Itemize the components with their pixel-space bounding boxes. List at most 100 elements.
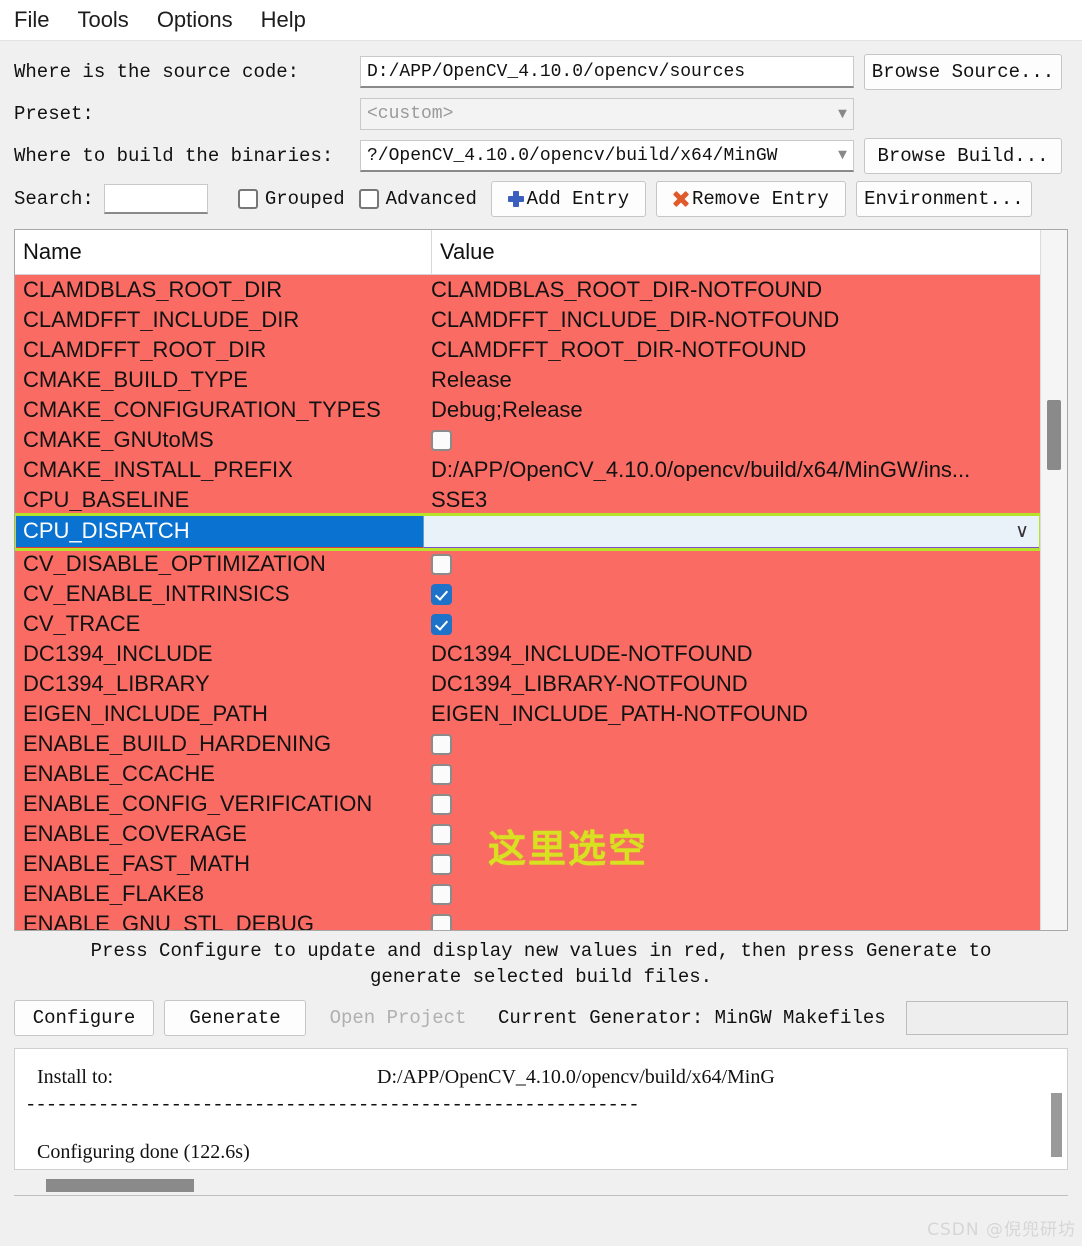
path-form: Where is the source code: D:/APP/OpenCV_… — [0, 41, 1082, 221]
remove-entry-label: Remove Entry — [691, 188, 829, 210]
annotation-text: 这里选空 — [488, 827, 649, 871]
table-row[interactable]: ENABLE_CONFIG_VERIFICATION — [15, 789, 1040, 819]
cell-value: EIGEN_INCLUDE_PATH-NOTFOUND — [431, 703, 808, 725]
table-row[interactable]: DC1394_INCLUDE DC1394_INCLUDE-NOTFOUND — [15, 639, 1040, 669]
bottom-horizontal-scrollbar[interactable] — [14, 1178, 1068, 1197]
table-row[interactable]: ENABLE_BUILD_HARDENING — [15, 729, 1040, 759]
log-line-blank — [37, 1120, 1035, 1138]
cell-value[interactable] — [423, 733, 1040, 755]
checkbox-unchecked[interactable] — [431, 883, 452, 905]
preset-combobox[interactable]: <custom> ▼ — [360, 98, 854, 130]
advanced-checkbox[interactable] — [358, 189, 379, 209]
checkbox-unchecked[interactable] — [431, 823, 452, 845]
table-row[interactable]: CPU_BASELINE SSE3 — [15, 485, 1040, 515]
cell-value[interactable]: ∨ — [423, 515, 1040, 549]
cell-value: Debug;Release — [431, 399, 583, 421]
table-row[interactable]: ENABLE_CCACHE — [15, 759, 1040, 789]
output-log-content[interactable]: Install to: D:/APP/OpenCV_4.10.0/opencv/b… — [15, 1049, 1045, 1169]
menu-item-tools[interactable]: Tools — [77, 9, 128, 31]
cell-value[interactable] — [423, 913, 1040, 930]
table-row[interactable]: ENABLE_FLAKE8 — [15, 879, 1040, 909]
table-row[interactable]: CV_DISABLE_OPTIMIZATION — [15, 549, 1040, 579]
current-generator-label: Current Generator: MinGW Makefiles — [498, 1007, 886, 1030]
cell-value[interactable] — [423, 793, 1040, 815]
table-row[interactable]: CV_ENABLE_INTRINSICS — [15, 579, 1040, 609]
table-row[interactable]: CMAKE_CONFIGURATION_TYPES Debug;Release — [15, 395, 1040, 425]
checkbox-unchecked[interactable] — [431, 853, 452, 875]
table-row[interactable]: EIGEN_INCLUDE_PATH EIGEN_INCLUDE_PATH-NOT… — [15, 699, 1040, 729]
build-label: Where to build the binaries: — [14, 145, 334, 167]
table-row[interactable]: ENABLE_GNU_STL_DEBUG — [15, 909, 1040, 930]
build-row: Where to build the binaries: ?/OpenCV_4.… — [14, 135, 1068, 177]
grouped-checkbox[interactable] — [237, 189, 258, 209]
cmake-gui-window: File Tools Options Help Where is the sou… — [0, 0, 1082, 1246]
cell-value: CLAMDBLAS_ROOT_DIR-NOTFOUND — [431, 279, 823, 301]
cell-value: CLAMDFFT_ROOT_DIR-NOTFOUND — [431, 339, 807, 361]
table-row[interactable]: CLAMDBLAS_ROOT_DIR CLAMDBLAS_ROOT_DIR-NOT… — [15, 275, 1040, 305]
menu-item-file[interactable]: File — [14, 9, 49, 31]
checkbox-checked[interactable] — [431, 583, 452, 605]
cell-name: CLAMDFFT_ROOT_DIR — [23, 339, 267, 361]
table-row[interactable]: CV_TRACE — [15, 609, 1040, 639]
checkbox-unchecked[interactable] — [431, 793, 452, 815]
cell-name: ENABLE_BUILD_HARDENING — [23, 733, 332, 755]
cell-value: SSE3 — [431, 489, 488, 511]
grouped-label: Grouped — [264, 188, 345, 210]
table-row[interactable]: CPU_DISPATCH ∨ — [15, 513, 1040, 551]
table-row[interactable]: CMAKE_GNUtoMS — [15, 425, 1040, 455]
configure-button[interactable]: Configure — [14, 1000, 154, 1037]
add-entry-button[interactable]: Add Entry — [490, 181, 646, 217]
checkbox-unchecked[interactable] — [431, 763, 452, 785]
table-row[interactable]: CLAMDFFT_INCLUDE_DIR CLAMDFFT_INCLUDE_DIR… — [15, 305, 1040, 335]
checkbox-unchecked[interactable] — [431, 733, 452, 755]
cell-value[interactable] — [423, 553, 1040, 575]
preset-value: <custom> — [367, 104, 454, 124]
log-install-label: Install to: — [37, 1066, 114, 1089]
remove-entry-button[interactable]: Remove Entry — [655, 181, 846, 217]
search-row: Search: Grouped Advanced Add Entry Remov… — [14, 177, 1068, 221]
browse-source-button[interactable]: Browse Source... — [864, 54, 1062, 90]
table-scrollbar-thumb[interactable] — [1047, 400, 1061, 470]
log-line-install: Install to: D:/APP/OpenCV_4.10.0/opencv/b… — [37, 1063, 1035, 1092]
checkbox-checked[interactable] — [431, 613, 452, 635]
table-vertical-scrollbar[interactable] — [1040, 230, 1067, 930]
menu-item-options[interactable]: Options — [157, 9, 233, 31]
checkbox-unchecked[interactable] — [431, 429, 452, 451]
preset-row: Preset: <custom> ▼ — [14, 93, 1068, 135]
source-input[interactable]: D:/APP/OpenCV_4.10.0/opencv/sources — [360, 56, 854, 88]
menu-item-help[interactable]: Help — [261, 9, 306, 31]
cell-name: DC1394_INCLUDE — [23, 643, 213, 665]
cache-variables-table: Name Value CLAMDBLAS_ROOT_DIR CLAMDBLAS_R… — [14, 229, 1068, 931]
table-row[interactable]: CLAMDFFT_ROOT_DIR CLAMDFFT_ROOT_DIR-NOTFO… — [15, 335, 1040, 365]
generate-button[interactable]: Generate — [164, 1000, 306, 1037]
cell-name: CMAKE_INSTALL_PREFIX — [23, 459, 293, 481]
build-combobox[interactable]: ?/OpenCV_4.10.0/opencv/build/x64/MinGW ▼ — [360, 140, 854, 172]
log-scrollbar-thumb[interactable] — [1051, 1093, 1062, 1158]
column-header-name[interactable]: Name — [15, 230, 432, 274]
cell-value[interactable] — [423, 613, 1040, 635]
cross-icon — [673, 191, 689, 207]
bottom-scrollbar-thumb[interactable] — [46, 1179, 194, 1193]
column-header-value[interactable]: Value — [432, 230, 1040, 274]
cell-name: CPU_DISPATCH — [15, 515, 423, 549]
source-label: Where is the source code: — [14, 61, 300, 83]
cell-value[interactable] — [423, 429, 1040, 451]
search-input[interactable] — [103, 184, 208, 214]
source-row: Where is the source code: D:/APP/OpenCV_… — [14, 51, 1068, 93]
browse-build-button[interactable]: Browse Build... — [864, 138, 1062, 174]
checkbox-unchecked[interactable] — [431, 553, 452, 575]
cell-value[interactable] — [423, 763, 1040, 785]
add-entry-label: Add Entry — [526, 188, 630, 210]
table-row[interactable]: CMAKE_BUILD_TYPE Release — [15, 365, 1040, 395]
table-row[interactable]: DC1394_LIBRARY DC1394_LIBRARY-NOTFOUND — [15, 669, 1040, 699]
cell-name: CLAMDFFT_INCLUDE_DIR — [23, 309, 300, 331]
log-vertical-scrollbar[interactable] — [1045, 1049, 1067, 1170]
cell-value[interactable] — [423, 883, 1040, 905]
log-install-value: D:/APP/OpenCV_4.10.0/opencv/build/x64/Mi… — [377, 1066, 775, 1089]
watermark: CSDN @倪兜研坊 — [927, 1220, 1076, 1240]
chevron-down-icon[interactable]: ∨ — [1009, 522, 1029, 541]
environment-button[interactable]: Environment... — [855, 181, 1032, 217]
checkbox-unchecked[interactable] — [431, 913, 452, 930]
cell-value[interactable] — [423, 583, 1040, 605]
table-row[interactable]: CMAKE_INSTALL_PREFIX D:/APP/OpenCV_4.10.0… — [15, 455, 1040, 485]
